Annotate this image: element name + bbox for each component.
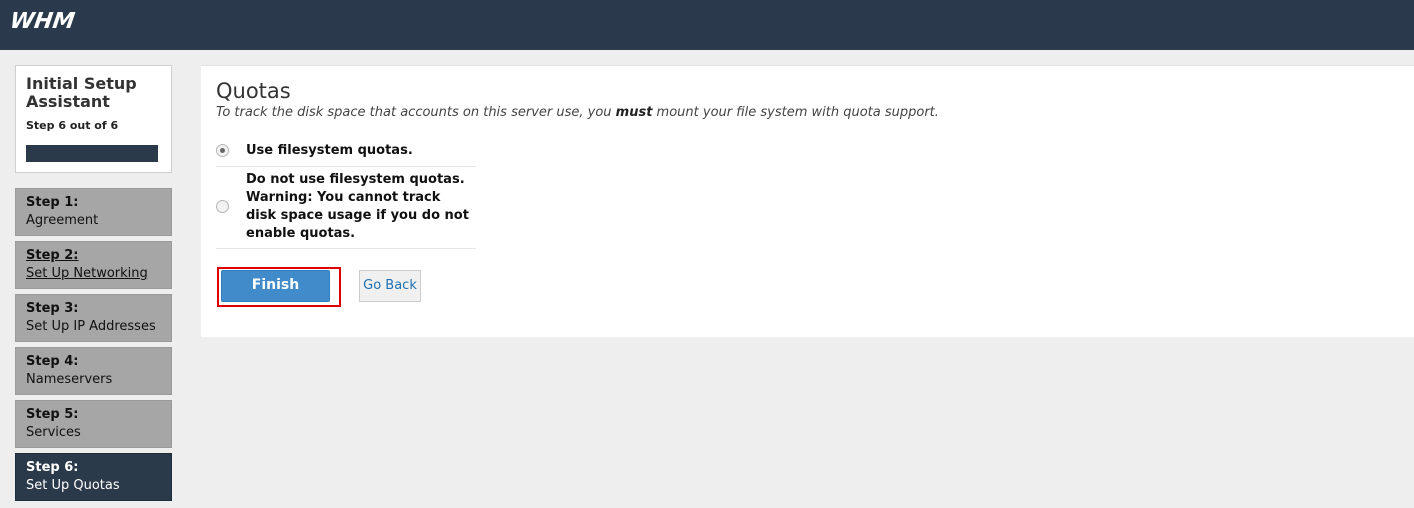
assistant-title-line1: Initial Setup xyxy=(26,74,137,93)
desc-emphasis: must xyxy=(615,105,653,120)
whm-logo[interactable]: WHM xyxy=(8,9,76,34)
step-label: Agreement xyxy=(26,213,99,228)
step-label: Nameservers xyxy=(26,372,113,387)
no-quotas-radio[interactable] xyxy=(216,200,229,213)
page-description: To track the disk space that accounts on… xyxy=(216,105,939,120)
step-number: Step 6: xyxy=(26,460,79,475)
progress-bar xyxy=(26,145,158,162)
setup-assistant-panel: Initial Setup Assistant Step 6 out of 6 xyxy=(15,65,172,173)
step-number: Step 3: xyxy=(26,301,79,316)
step-number: Step 4: xyxy=(26,354,79,369)
use-quotas-radio[interactable] xyxy=(216,144,229,157)
step-label[interactable]: Set Up Networking xyxy=(26,265,161,283)
sidebar-step-6: Step 6: Set Up Quotas xyxy=(15,453,172,501)
go-back-button[interactable]: Go Back xyxy=(359,270,421,302)
sidebar-step-4: Step 4: Nameservers xyxy=(15,347,172,395)
step-counter: Step 6 out of 6 xyxy=(26,119,119,132)
finish-button[interactable]: Finish xyxy=(221,270,330,302)
sidebar-step-5: Step 5: Services xyxy=(15,400,172,448)
option-use-quotas[interactable]: Use filesystem quotas. xyxy=(216,139,476,167)
step-label: Set Up IP Addresses xyxy=(26,319,156,334)
step-number[interactable]: Step 2: xyxy=(26,247,161,265)
use-quotas-label[interactable]: Use filesystem quotas. xyxy=(246,142,474,160)
assistant-title-line2: Assistant xyxy=(26,92,110,111)
desc-prefix: To track the disk space that accounts on… xyxy=(216,105,616,120)
sidebar-step-3: Step 3: Set Up IP Addresses xyxy=(15,294,172,342)
step-label: Services xyxy=(26,425,81,440)
page-title: Quotas xyxy=(216,79,291,103)
sidebar-step-1: Step 1: Agreement xyxy=(15,188,172,236)
step-number: Step 1: xyxy=(26,195,79,210)
sidebar-step-2[interactable]: Step 2: Set Up Networking xyxy=(15,241,172,289)
top-header: WHM xyxy=(0,0,1414,50)
option-no-quotas[interactable]: Do not use filesystem quotas. Warning: Y… xyxy=(216,167,476,249)
assistant-title: Initial Setup Assistant xyxy=(26,75,161,111)
desc-suffix: mount your file system with quota suppor… xyxy=(652,105,939,120)
step-label: Set Up Quotas xyxy=(26,478,120,493)
progress-fill xyxy=(26,145,158,162)
no-quotas-label[interactable]: Do not use filesystem quotas. Warning: Y… xyxy=(246,171,474,243)
step-number: Step 5: xyxy=(26,407,79,422)
